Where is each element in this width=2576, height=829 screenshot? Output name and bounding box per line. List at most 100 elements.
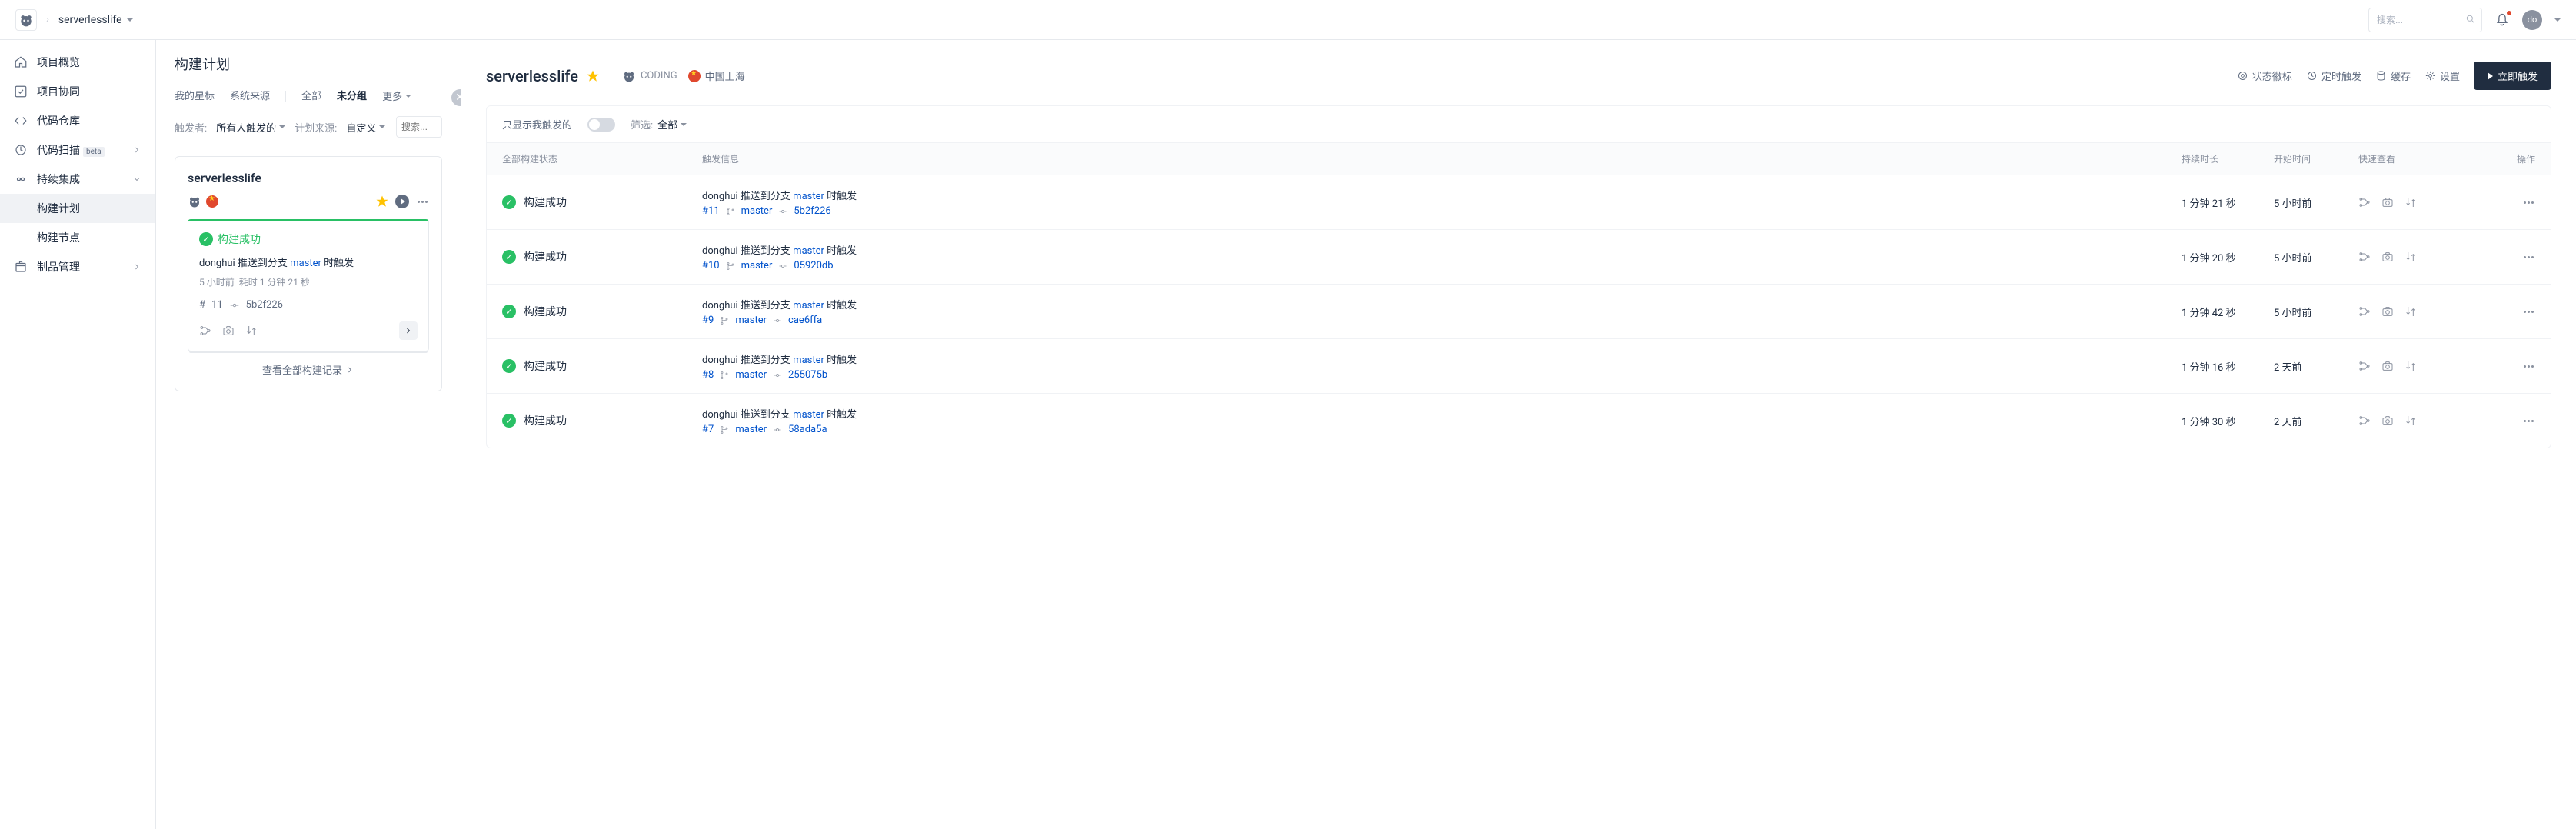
snapshot-icon[interactable] xyxy=(2381,414,2394,427)
snapshot-icon[interactable] xyxy=(2381,251,2394,263)
snapshot-icon[interactable] xyxy=(2381,360,2394,372)
tab-more[interactable]: 更多 xyxy=(382,88,411,103)
row-more-button[interactable] xyxy=(2521,414,2535,428)
middle-search-input[interactable] xyxy=(396,116,442,138)
snapshot-icon[interactable] xyxy=(2381,305,2394,318)
flow-icon[interactable] xyxy=(2358,414,2371,427)
row-commit-link[interactable]: 255075b xyxy=(788,369,827,381)
next-button[interactable] xyxy=(399,321,418,340)
compare-icon[interactable] xyxy=(2405,360,2417,372)
scan-icon xyxy=(14,143,28,157)
chevron-right-icon xyxy=(404,326,413,335)
row-commit-link[interactable]: 5b2f226 xyxy=(794,205,830,217)
build-card-title: serverlesslife xyxy=(188,171,429,185)
run-now-button[interactable]: 立即触发 xyxy=(2474,62,2551,90)
row-build-num-link[interactable]: #11 xyxy=(702,205,720,217)
filter-plan-select[interactable]: 自定义 xyxy=(346,120,385,135)
branch-icon xyxy=(720,371,729,380)
compare-icon[interactable] xyxy=(2405,251,2417,263)
row-build-num-link[interactable]: #8 xyxy=(702,369,714,381)
row-more-button[interactable] xyxy=(2521,195,2535,209)
tab-my-star[interactable]: 我的星标 xyxy=(175,88,215,104)
build-summary-card[interactable]: ✓ 构建成功 donghui 推送到分支 master 时触发 5 小时前 耗时… xyxy=(188,219,429,351)
filter-trigger-select[interactable]: 所有人触发的 xyxy=(216,120,285,135)
row-build-num-link[interactable]: #10 xyxy=(702,260,720,271)
sidebar-item-repo[interactable]: 代码仓库 xyxy=(0,106,155,135)
sidebar-subitem-build-plan[interactable]: 构建计划 xyxy=(0,194,155,223)
play-button[interactable] xyxy=(395,195,409,208)
row-more-button[interactable] xyxy=(2521,305,2535,318)
notifications-button[interactable] xyxy=(2494,12,2510,28)
row-status-label: 构建成功 xyxy=(524,304,567,319)
sidebar-item-scan[interactable]: 代码扫描beta xyxy=(0,135,155,165)
snapshot-icon[interactable] xyxy=(222,325,235,337)
avatar[interactable]: do xyxy=(2522,10,2542,30)
page-title: serverlesslife xyxy=(486,67,600,85)
row-branch-link[interactable]: master xyxy=(735,424,767,435)
sidebar-item-artifacts[interactable]: 制品管理 xyxy=(0,252,155,281)
cache-link[interactable]: 缓存 xyxy=(2375,68,2411,83)
table-row[interactable]: ✓ 构建成功 donghui 推送到分支 master 时触发 #11 mast… xyxy=(487,175,2551,230)
row-duration: 1 分钟 42 秒 xyxy=(2182,305,2274,319)
table-row[interactable]: ✓ 构建成功 donghui 推送到分支 master 时触发 #8 maste… xyxy=(487,339,2551,394)
row-build-num-link[interactable]: #9 xyxy=(702,315,714,326)
flow-icon[interactable] xyxy=(2358,251,2371,263)
table-row[interactable]: ✓ 构建成功 donghui 推送到分支 master 时触发 #7 maste… xyxy=(487,394,2551,448)
row-commit-link[interactable]: cae6ffa xyxy=(788,315,822,326)
settings-link[interactable]: 设置 xyxy=(2425,68,2460,83)
flow-icon[interactable] xyxy=(199,325,211,337)
project-selector[interactable]: serverlesslife xyxy=(58,14,133,26)
branch-icon xyxy=(726,261,735,271)
success-check-icon: ✓ xyxy=(502,414,516,428)
row-branch-link[interactable]: master xyxy=(741,205,773,217)
row-branch-link[interactable]: master xyxy=(741,260,773,271)
row-more-button[interactable] xyxy=(2521,250,2535,264)
commit-icon xyxy=(773,425,782,434)
table-row[interactable]: ✓ 构建成功 donghui 推送到分支 master 时触发 #9 maste… xyxy=(487,285,2551,339)
tab-all[interactable]: 全部 xyxy=(301,88,321,104)
compare-icon[interactable] xyxy=(245,325,258,337)
star-icon[interactable] xyxy=(586,69,600,83)
target-icon xyxy=(2237,70,2248,82)
table-filter-select[interactable]: 全部 xyxy=(657,117,687,132)
snapshot-icon[interactable] xyxy=(2381,196,2394,208)
tab-system-source[interactable]: 系统来源 xyxy=(230,88,270,104)
sidebar-item-ci[interactable]: 持续集成 xyxy=(0,165,155,194)
flow-icon[interactable] xyxy=(2358,360,2371,372)
region-flag-icon xyxy=(688,70,701,82)
star-icon[interactable] xyxy=(375,195,389,208)
more-button[interactable] xyxy=(415,195,429,208)
middle-panel: ✕ 构建计划 我的星标 系统来源 全部 未分组 更多 触发者: 所有人触发的 计… xyxy=(156,40,461,829)
compare-icon[interactable] xyxy=(2405,305,2417,318)
tab-ungrouped[interactable]: 未分组 xyxy=(337,88,367,104)
sidebar-item-collab[interactable]: 项目协同 xyxy=(0,77,155,106)
tab-separator xyxy=(285,91,286,102)
coding-logo-icon xyxy=(622,69,636,83)
compare-icon[interactable] xyxy=(2405,414,2417,427)
sidebar-item-overview[interactable]: 项目概览 xyxy=(0,48,155,77)
middle-title: 构建计划 xyxy=(156,54,461,88)
flow-icon[interactable] xyxy=(2358,305,2371,318)
status-badge-link[interactable]: 状态徽标 xyxy=(2237,68,2292,83)
home-logo[interactable] xyxy=(15,9,37,31)
mine-only-toggle[interactable] xyxy=(587,118,615,132)
row-branch-link[interactable]: master xyxy=(735,315,767,326)
scheduled-trigger-link[interactable]: 定时触发 xyxy=(2306,68,2361,83)
row-branch-link[interactable]: master xyxy=(735,369,767,381)
row-commit-link[interactable]: 05920db xyxy=(794,260,833,271)
mine-only-label: 只显示我触发的 xyxy=(502,117,572,132)
build-status-label: 构建成功 xyxy=(218,231,261,247)
row-more-button[interactable] xyxy=(2521,359,2535,373)
notification-dot-icon xyxy=(2507,11,2511,15)
view-all-builds-link[interactable]: 查看全部构建记录 xyxy=(188,351,429,380)
sidebar-subitem-build-node[interactable]: 构建节点 xyxy=(0,223,155,252)
row-trigger-text: donghui 推送到分支 master 时触发 xyxy=(702,297,2182,311)
flow-icon[interactable] xyxy=(2358,196,2371,208)
branch-icon xyxy=(720,316,729,325)
table-row[interactable]: ✓ 构建成功 donghui 推送到分支 master 时触发 #10 mast… xyxy=(487,230,2551,285)
compare-icon[interactable] xyxy=(2405,196,2417,208)
coding-logo-icon xyxy=(188,195,201,208)
row-build-num-link[interactable]: #7 xyxy=(702,424,714,435)
row-commit-link[interactable]: 58ada5a xyxy=(788,424,827,435)
row-status-label: 构建成功 xyxy=(524,358,567,374)
